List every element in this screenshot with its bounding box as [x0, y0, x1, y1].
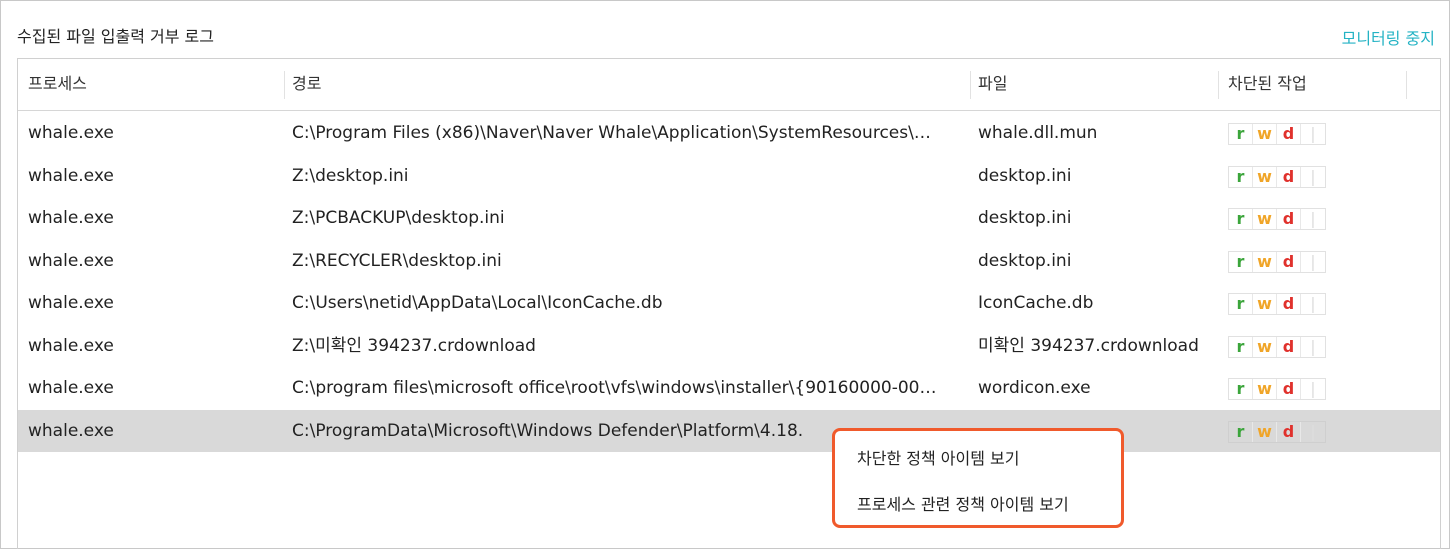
table-row[interactable]: whale.exe Z:\미확인 394237.crdownload 미확인 394…: [18, 325, 1440, 367]
write-badge: w: [1253, 251, 1277, 272]
blocked-ops-badges: r w d |: [1228, 208, 1326, 230]
file-cell: 미확인 394237.crdownload: [978, 335, 1199, 356]
process-cell: whale.exe: [28, 250, 114, 271]
delete-badge: d: [1277, 166, 1301, 187]
empty-badge: |: [1310, 124, 1316, 143]
blocked-ops-cell: r w d |: [1228, 155, 1338, 197]
table-row[interactable]: whale.exe C:\program files\microsoft offi…: [18, 367, 1440, 409]
path-cell: Z:\RECYCLER\desktop.ini: [292, 250, 502, 271]
read-badge: r: [1229, 421, 1253, 442]
path-cell: Z:\미확인 394237.crdownload: [292, 335, 536, 356]
header-process[interactable]: 프로세스: [28, 59, 87, 111]
table-header: 프로세스 경로 파일 차단된 작업: [18, 59, 1440, 111]
delete-badge: d: [1277, 209, 1301, 229]
file-cell: desktop.ini: [978, 165, 1072, 186]
blocked-ops-badges: r w d |: [1228, 420, 1326, 443]
table-row[interactable]: whale.exe Z:\PCBACKUP\desktop.ini desktop.…: [18, 197, 1440, 239]
read-badge: r: [1229, 251, 1253, 272]
blocked-ops-badges: r w d |: [1228, 250, 1326, 273]
blocked-ops-badges: r w d |: [1228, 335, 1326, 358]
stop-monitoring-link[interactable]: 모니터링 중지: [1342, 25, 1435, 49]
path-cell: C:\Users\netid\AppData\Local\IconCache.d…: [292, 293, 663, 313]
log-table: 프로세스 경로 파일 차단된 작업 whale.exe C:\Program Fi…: [17, 58, 1441, 549]
blocked-ops-cell: r w d |: [1228, 240, 1338, 282]
empty-badge: |: [1310, 336, 1316, 356]
menu-item-view-process-policy[interactable]: 프로세스 관련 정책 아이템 보기: [857, 491, 1069, 515]
blocked-ops-cell: r w d |: [1228, 410, 1338, 452]
header-path[interactable]: 경로: [292, 59, 321, 111]
read-badge: r: [1229, 294, 1253, 314]
write-badge: w: [1253, 421, 1277, 442]
process-cell: whale.exe: [28, 420, 114, 441]
blocked-ops-cell: r w d |: [1228, 197, 1338, 239]
write-badge: w: [1253, 124, 1277, 144]
blocked-ops-badges: r w d |: [1228, 123, 1326, 145]
delete-badge: d: [1277, 251, 1301, 272]
process-cell: whale.exe: [28, 293, 114, 313]
read-badge: r: [1229, 124, 1253, 144]
blocked-ops-badges: r w d |: [1228, 165, 1326, 188]
menu-item-view-blocked-policy[interactable]: 차단한 정책 아이템 보기: [857, 445, 1019, 469]
write-badge: w: [1253, 209, 1277, 229]
table-row[interactable]: whale.exe Z:\desktop.ini desktop.ini r w d |: [18, 155, 1440, 197]
process-cell: whale.exe: [28, 165, 114, 186]
path-cell: Z:\PCBACKUP\desktop.ini: [292, 208, 505, 228]
table-row[interactable]: whale.exe Z:\RECYCLER\desktop.ini desktop.…: [18, 240, 1440, 282]
file-cell: desktop.ini: [978, 250, 1072, 271]
read-badge: r: [1229, 166, 1253, 187]
blocked-ops-cell: r w d |: [1228, 112, 1338, 154]
delete-badge: d: [1277, 294, 1301, 314]
delete-badge: d: [1277, 379, 1301, 399]
path-cell: C:\Program Files (x86)\Naver\Naver Whale…: [292, 123, 931, 143]
path-cell: Z:\desktop.ini: [292, 165, 409, 186]
blocked-ops-cell: r w d |: [1228, 282, 1338, 324]
read-badge: r: [1229, 209, 1253, 229]
write-badge: w: [1253, 166, 1277, 187]
process-cell: whale.exe: [28, 123, 114, 143]
write-badge: w: [1253, 294, 1277, 314]
write-badge: w: [1253, 336, 1277, 357]
file-cell: desktop.ini: [978, 208, 1072, 228]
process-cell: whale.exe: [28, 335, 114, 356]
empty-badge: |: [1310, 294, 1316, 313]
empty-badge: |: [1310, 251, 1316, 271]
table-row[interactable]: whale.exe C:\Program Files (x86)\Naver\Na…: [18, 112, 1440, 154]
write-badge: w: [1253, 379, 1277, 399]
empty-badge: |: [1310, 421, 1316, 441]
column-divider[interactable]: [284, 71, 285, 99]
column-divider[interactable]: [1218, 71, 1219, 99]
empty-badge: |: [1310, 379, 1316, 398]
blocked-ops-badges: r w d |: [1228, 293, 1326, 315]
file-cell: IconCache.db: [978, 293, 1094, 313]
delete-badge: d: [1277, 124, 1301, 144]
file-cell: wordicon.exe: [978, 378, 1091, 398]
header-blocked-ops[interactable]: 차단된 작업: [1228, 59, 1307, 111]
log-panel: 수집된 파일 입출력 거부 로그 모니터링 중지 프로세스 경로 파일 차단된 …: [0, 0, 1450, 549]
header-file[interactable]: 파일: [978, 59, 1007, 111]
blocked-ops-badges: r w d |: [1228, 378, 1326, 400]
panel-title: 수집된 파일 입출력 거부 로그: [17, 27, 214, 46]
process-cell: whale.exe: [28, 208, 114, 228]
process-cell: whale.exe: [28, 378, 114, 398]
context-menu: 차단한 정책 아이템 보기 프로세스 관련 정책 아이템 보기: [832, 428, 1124, 528]
empty-badge: |: [1310, 209, 1316, 228]
column-divider[interactable]: [970, 71, 971, 99]
table-row[interactable]: whale.exe C:\ProgramData\Microsoft\Window…: [18, 409, 1440, 452]
column-divider[interactable]: [1406, 71, 1407, 99]
blocked-ops-cell: r w d |: [1228, 325, 1338, 367]
empty-badge: |: [1310, 166, 1316, 186]
read-badge: r: [1229, 379, 1253, 399]
delete-badge: d: [1277, 421, 1301, 442]
table-row[interactable]: whale.exe C:\Users\netid\AppData\Local\Ic…: [18, 282, 1440, 324]
read-badge: r: [1229, 336, 1253, 357]
delete-badge: d: [1277, 336, 1301, 357]
blocked-ops-cell: r w d |: [1228, 367, 1338, 409]
path-cell: C:\program files\microsoft office\root\v…: [292, 378, 937, 398]
file-cell: whale.dll.mun: [978, 123, 1098, 143]
